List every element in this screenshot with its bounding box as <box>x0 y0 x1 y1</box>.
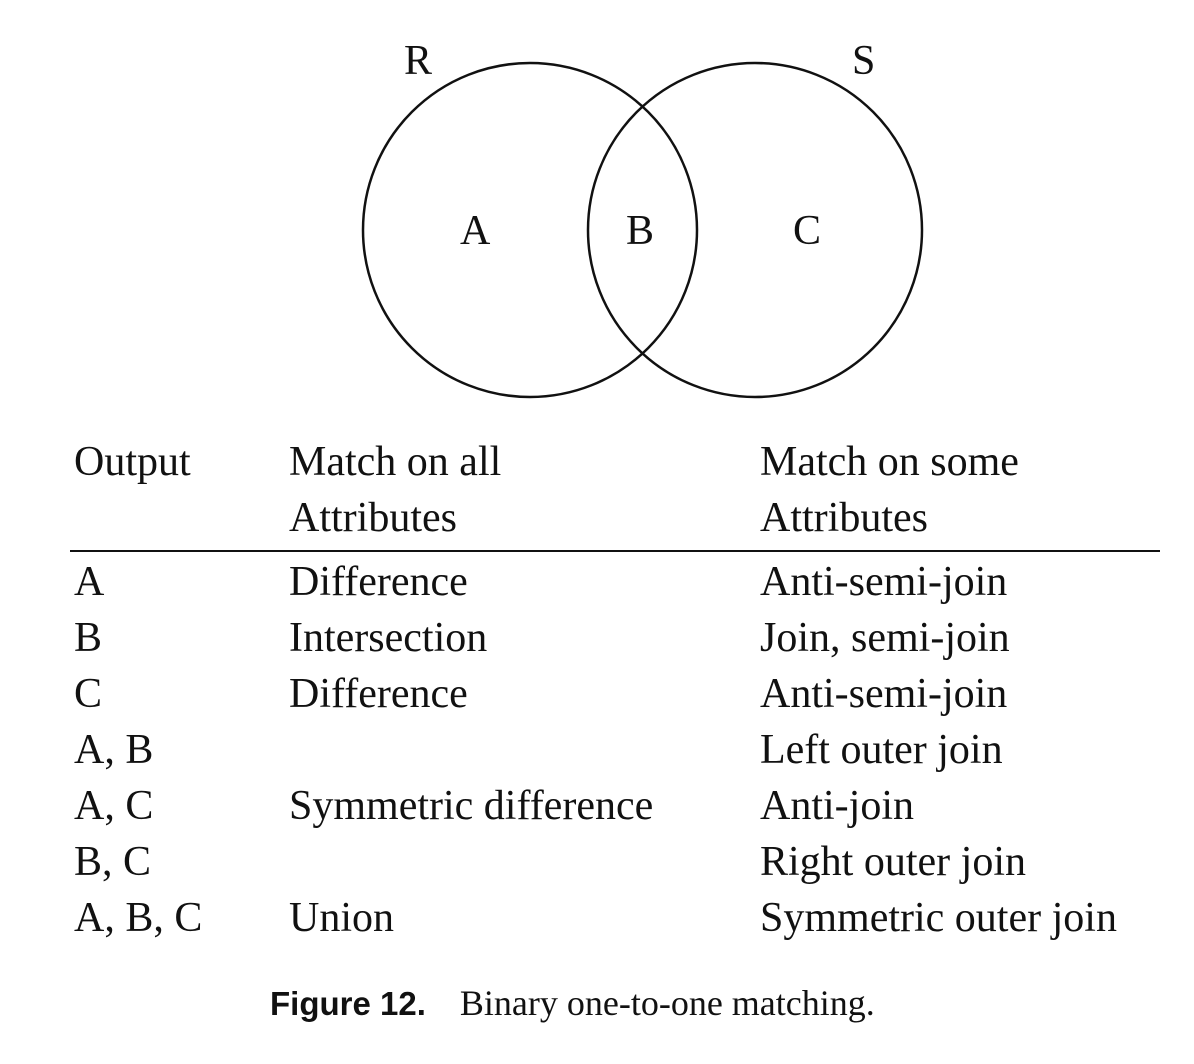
header-some-line2: Attributes <box>760 495 928 541</box>
row-match-some: Join, semi-join <box>760 615 1010 661</box>
row-output: A, C <box>74 783 154 829</box>
header-rule <box>70 550 1160 552</box>
row-match-all: Difference <box>289 559 468 605</box>
row-match-some: Anti-semi-join <box>760 671 1008 717</box>
header-some-line1: Match on some <box>760 439 1019 485</box>
row-match-all: Intersection <box>289 615 488 661</box>
row-match-some: Right outer join <box>760 839 1026 885</box>
row-match-all: Symmetric difference <box>289 783 654 829</box>
row-match-some: Left outer join <box>760 727 1003 773</box>
row-output: A <box>74 559 105 605</box>
row-match-all: Difference <box>289 671 468 717</box>
row-output: C <box>74 671 103 717</box>
figure-caption: Figure 12. Binary one-to-one matching. <box>270 978 875 1029</box>
row-output: B <box>74 615 103 661</box>
caption-text: Binary one-to-one matching. <box>459 983 875 1023</box>
row-output: A, B, C <box>74 895 203 941</box>
row-match-some: Anti-semi-join <box>760 559 1008 605</box>
figure-number: Figure 12. <box>270 985 426 1022</box>
row-match-some: Anti-join <box>760 783 914 829</box>
row-output: A, B <box>74 727 154 773</box>
row-match-some: Symmetric outer join <box>760 895 1117 941</box>
row-output: B, C <box>74 839 152 885</box>
header-all-line1: Match on all <box>289 439 502 485</box>
header-output: Output <box>74 439 191 485</box>
header-all-line2: Attributes <box>289 495 457 541</box>
matching-table: Output Match on all Attributes Match on … <box>0 0 1194 1064</box>
row-match-all: Union <box>289 895 394 941</box>
